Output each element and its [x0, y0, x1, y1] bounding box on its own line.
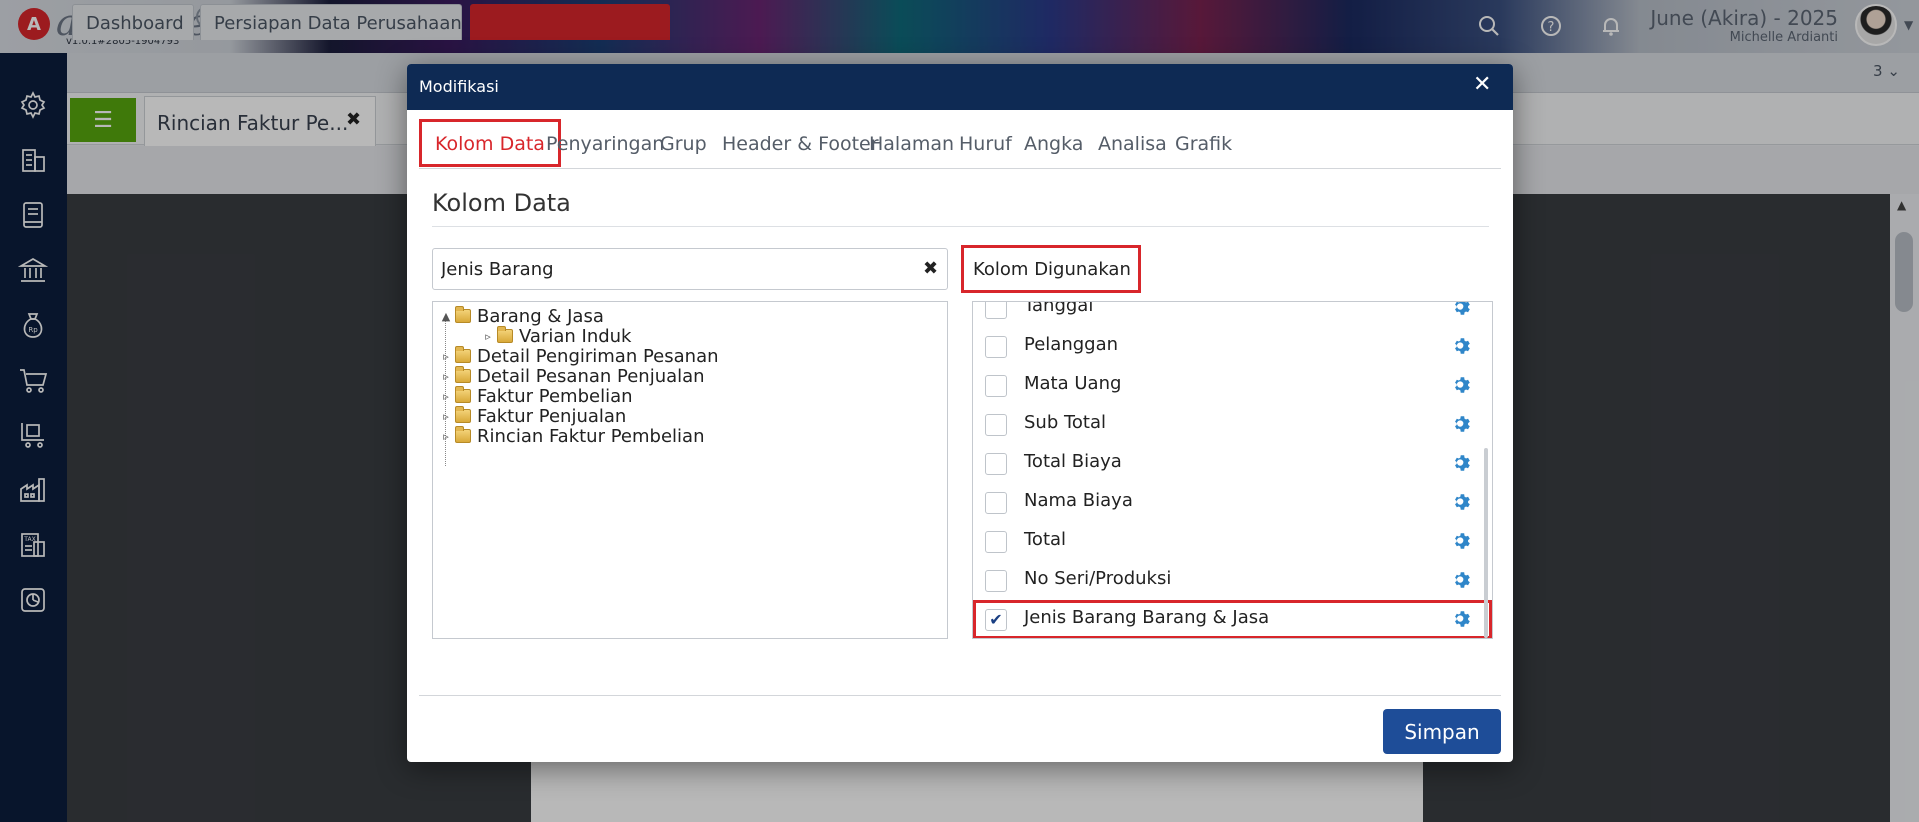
column-checkbox[interactable]	[985, 336, 1007, 358]
column-label: Tanggal	[1024, 301, 1094, 316]
gear-icon[interactable]	[1451, 413, 1473, 435]
column-checkbox[interactable]	[985, 492, 1007, 514]
expand-icon[interactable]: ▹	[439, 430, 453, 443]
gear-icon[interactable]	[1451, 608, 1473, 630]
column-label: Nama Biaya	[1024, 490, 1133, 511]
gear-icon[interactable]	[1451, 335, 1473, 357]
used-list-scrollbar[interactable]	[1484, 448, 1488, 638]
gear-icon[interactable]	[1451, 530, 1473, 552]
dialog-header: Modifikasi ✕	[407, 64, 1513, 110]
used-column-row[interactable]: Tanggal	[973, 301, 1492, 327]
modifikasi-dialog: Modifikasi ✕ Kolom Data Penyaringan Grup…	[407, 64, 1513, 762]
expand-icon[interactable]: ▹	[481, 330, 495, 343]
folder-icon	[455, 426, 471, 443]
footer-divider	[419, 695, 1501, 696]
used-column-row[interactable]: Total	[973, 522, 1492, 561]
column-search-input[interactable]	[441, 256, 901, 282]
used-column-row[interactable]: No Seri/Produksi	[973, 561, 1492, 600]
column-checkbox[interactable]	[985, 414, 1007, 436]
column-label: Sub Total	[1024, 412, 1107, 433]
column-label: Mata Uang	[1024, 373, 1122, 394]
gear-icon[interactable]	[1451, 374, 1473, 396]
column-label: Total	[1024, 529, 1067, 550]
dialog-tabs: Kolom Data Penyaringan Grup Header & Foo…	[419, 119, 1501, 169]
used-column-row[interactable]: Mata Uang	[973, 366, 1492, 405]
save-button[interactable]: Simpan	[1383, 709, 1501, 754]
used-column-row[interactable]: ✔ Jenis Barang Barang & Jasa	[973, 600, 1492, 638]
folder-icon	[455, 406, 471, 423]
column-tree: ▲ Barang & Jasa ▹ Varian Induk ▹ Detail Pengi…	[432, 301, 948, 639]
clear-search-icon[interactable]: ✖	[923, 258, 938, 279]
collapse-icon[interactable]: ▲	[439, 310, 453, 323]
used-column-row[interactable]: Nama Biaya	[973, 483, 1492, 522]
tree-node[interactable]: ▹ Rincian Faktur Pembelian	[439, 424, 704, 448]
dialog-title: Modifikasi	[419, 77, 499, 96]
folder-icon	[455, 366, 471, 383]
used-column-row[interactable]: Sub Total	[973, 405, 1492, 444]
close-icon[interactable]: ✕	[1473, 72, 1491, 97]
column-label: Pelanggan	[1024, 334, 1119, 355]
used-column-row[interactable]: Total Biaya	[973, 444, 1492, 483]
tree-node-label: Rincian Faktur Pembelian	[477, 425, 705, 447]
expand-icon[interactable]: ▹	[439, 390, 453, 403]
used-column-row[interactable]: Pelanggan	[973, 327, 1492, 366]
folder-icon	[455, 386, 471, 403]
column-search-box: ✖	[432, 248, 948, 290]
used-columns-list: Tanggal Pelanggan Mata Uang Sub Total Total …	[972, 301, 1493, 639]
folder-icon	[455, 306, 471, 323]
expand-icon[interactable]: ▹	[439, 350, 453, 363]
used-columns-label: Kolom Digunakan	[961, 245, 1141, 293]
column-checkbox[interactable]	[985, 531, 1007, 553]
column-checkbox[interactable]	[985, 570, 1007, 592]
column-checkbox[interactable]	[985, 453, 1007, 475]
gear-icon[interactable]	[1451, 302, 1473, 318]
column-checkbox[interactable]	[985, 302, 1007, 319]
folder-icon	[455, 346, 471, 363]
column-checkbox[interactable]	[985, 375, 1007, 397]
column-checkbox[interactable]: ✔	[985, 609, 1007, 631]
section-divider	[432, 226, 1489, 227]
tab-angka[interactable]: Angka	[1011, 119, 1096, 167]
expand-icon[interactable]: ▹	[439, 370, 453, 383]
column-label: Jenis Barang Barang & Jasa	[1024, 607, 1270, 628]
gear-icon[interactable]	[1451, 452, 1473, 474]
tab-grafik[interactable]: Grafik	[1162, 119, 1245, 167]
section-title: Kolom Data	[432, 189, 571, 217]
column-label: No Seri/Produksi	[1024, 568, 1172, 589]
folder-icon	[497, 326, 513, 343]
expand-icon[interactable]: ▹	[439, 410, 453, 423]
gear-icon[interactable]	[1451, 491, 1473, 513]
gear-icon[interactable]	[1451, 569, 1473, 591]
column-label: Total Biaya	[1024, 451, 1122, 472]
